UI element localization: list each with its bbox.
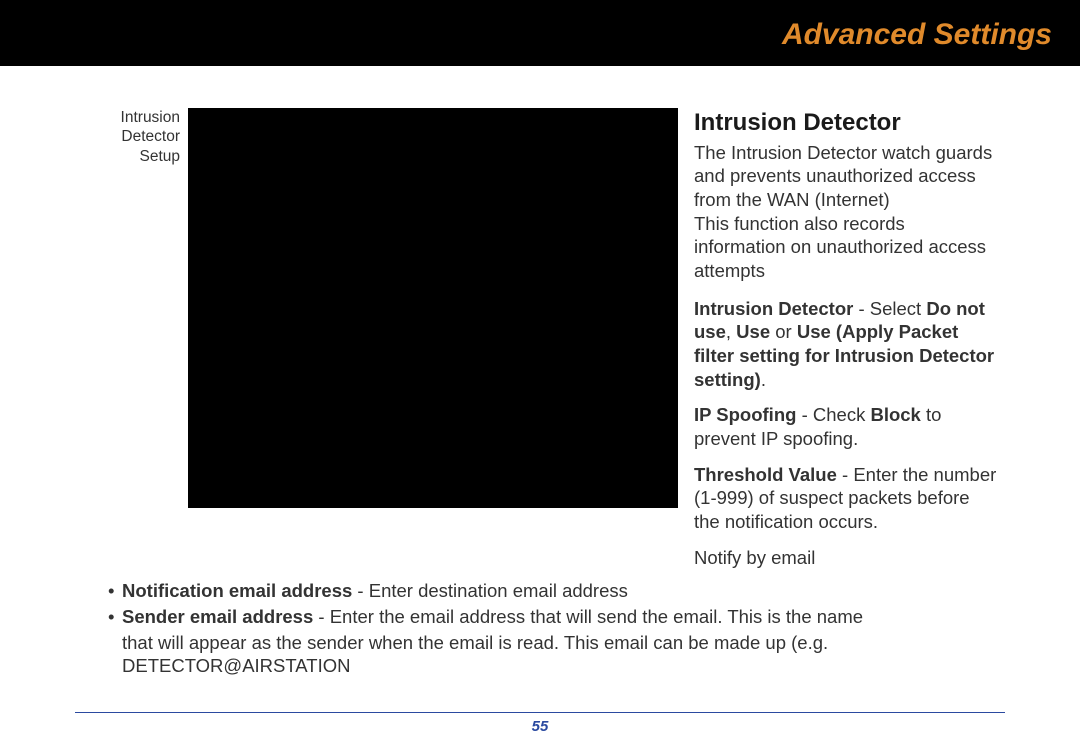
- caption-line: Setup: [100, 147, 180, 166]
- option-intrusion-detector: Intrusion Detector - Select Do not use, …: [694, 297, 1000, 392]
- bullet-notification-email: • Notification email address - Enter des…: [88, 579, 1000, 603]
- option-ip-spoofing: IP Spoofing - Check Block to prevent IP …: [694, 403, 1000, 450]
- description-column: Intrusion Detector The Intrusion Detecto…: [694, 108, 1040, 569]
- bullet-sender-email-cont: DETECTOR@AIRSTATION: [88, 654, 1000, 678]
- caption-line: Intrusion: [100, 108, 180, 127]
- option-threshold: Threshold Value - Enter the number (1-99…: [694, 463, 1000, 534]
- section-heading: Intrusion Detector: [694, 108, 1000, 139]
- caption-line: Detector: [100, 127, 180, 146]
- screenshot-placeholder: [188, 108, 678, 508]
- bullet-sender-email-cont: that will appear as the sender when the …: [88, 631, 1000, 655]
- bullet-sender-email: • Sender email address - Enter the email…: [88, 605, 1000, 629]
- header-title: Advanced Settings: [782, 18, 1052, 51]
- footer-rule: [75, 712, 1005, 713]
- intro-text: This function also records information o…: [694, 213, 986, 281]
- figure-caption: Intrusion Detector Setup: [40, 108, 188, 166]
- page-content: Intrusion Detector Setup Intrusion Detec…: [0, 108, 1080, 678]
- bullet-list: • Notification email address - Enter des…: [40, 569, 1040, 678]
- header-band: Advanced Settings: [0, 0, 1080, 66]
- page-number: 55: [0, 718, 1080, 735]
- intro-text: The Intrusion Detector watch guards and …: [694, 142, 992, 210]
- notify-by-email: Notify by email: [694, 546, 1000, 570]
